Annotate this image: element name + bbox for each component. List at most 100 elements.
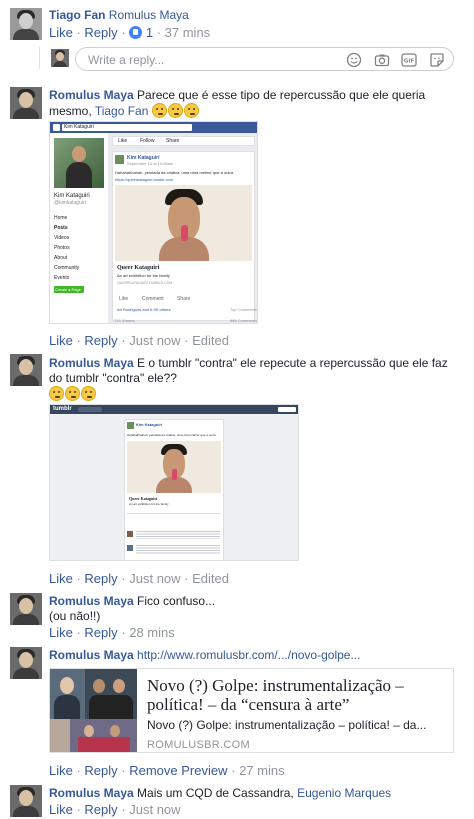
comment-author[interactable]: Romulus Maya	[49, 786, 134, 800]
avatar[interactable]	[10, 354, 42, 386]
comment-body-line2: do tumblr "contra" ele??	[49, 371, 177, 386]
comment-author[interactable]: Romulus Maya	[49, 88, 134, 102]
fb-nav-item: Community	[54, 265, 80, 271]
avatar[interactable]	[10, 8, 42, 40]
fb-like: Like	[119, 296, 129, 302]
comment-time[interactable]: Just now	[129, 333, 180, 348]
thinking-emoji-icon	[183, 103, 199, 118]
comment-time[interactable]: 37 mins	[165, 25, 211, 40]
comment-time[interactable]: 27 mins	[239, 763, 285, 778]
reply-button[interactable]: Reply	[84, 625, 117, 640]
comment-author[interactable]: Romulus Maya	[49, 648, 134, 662]
comment-text: E o tumblr "contra" ele repecute a reper…	[137, 356, 448, 370]
thinking-emoji-icon	[81, 386, 96, 401]
tumblr-action-row	[127, 513, 221, 514]
camera-icon[interactable]	[374, 52, 390, 68]
reply-button[interactable]: Reply	[84, 763, 117, 778]
fb-nav-item: Events	[54, 275, 70, 281]
comment-link[interactable]: http://www.romulusbr.com/.../novo-golpe.…	[137, 648, 360, 662]
like-count[interactable]: 1	[146, 25, 153, 40]
fb-card-title: Queer Kataguiri	[117, 265, 160, 271]
comment-actions: Like · Reply · Just now · Edited	[49, 333, 229, 348]
comment-body: Romulus Maya Fico confuso...	[49, 594, 215, 609]
comment-time[interactable]: Just now	[129, 802, 180, 817]
fb-post-avatar	[115, 155, 124, 164]
comment-author[interactable]: Romulus Maya	[49, 594, 134, 608]
comment-time[interactable]: 28 mins	[129, 625, 175, 640]
like-button[interactable]: Like	[49, 25, 73, 40]
like-button[interactable]: Like	[49, 802, 73, 817]
tumblr-post-avatar	[127, 422, 134, 429]
fb-tabs-bar	[112, 136, 255, 146]
fb-shares: 715 Shares	[114, 318, 135, 323]
comment-author[interactable]: Romulus Maya	[49, 356, 134, 370]
fb-comment: Comment	[142, 296, 164, 302]
fb-top-comments: Top Comments	[230, 307, 257, 312]
reply-button[interactable]: Reply	[84, 333, 117, 348]
comment-body: Romulus Maya Mais um CQD de Cassandra, E…	[49, 786, 391, 801]
reply-button[interactable]: Reply	[84, 25, 117, 40]
thinking-emoji-icon	[49, 386, 64, 401]
tumblr-logo: tumblr	[53, 406, 72, 412]
mention-link[interactable]: Tiago Fan	[95, 104, 149, 118]
fb-post-link: https://queerkataguiri.tumblr.com	[115, 177, 174, 182]
tumblr-comment-2-text	[136, 545, 220, 555]
avatar[interactable]	[10, 647, 42, 679]
attached-screenshot[interactable]: tumblr Kim Kataguiri Hahahahhahah, pelot…	[49, 404, 299, 561]
reply-button[interactable]: Reply	[84, 571, 117, 586]
remove-preview-button[interactable]: Remove Preview	[129, 763, 227, 778]
fb-nav-item: Photos	[54, 245, 70, 251]
tumblr-card-desc: An art exhibition for the family	[129, 502, 169, 506]
comment-text[interactable]: Romulus Maya	[109, 8, 189, 22]
fb-nav-item: Posts	[54, 225, 68, 231]
fb-profile-handle: @kimkataguiri	[54, 200, 86, 206]
preview-domain: ROMULUSBR.COM	[147, 739, 250, 751]
fb-card-desc: An art exhibition for the family	[117, 273, 170, 278]
fb-create-page-label: Create a Page	[55, 287, 81, 292]
preview-image	[50, 669, 137, 752]
comment-actions: Like · Reply · Remove Preview · 27 mins	[49, 763, 285, 778]
reply-avatar	[51, 49, 69, 67]
link-preview-card[interactable]: Novo (?) Golpe: instrumentalização – pol…	[49, 668, 454, 753]
avatar[interactable]	[10, 785, 42, 817]
tumblr-comment-1-text	[136, 531, 220, 539]
avatar[interactable]	[10, 87, 42, 119]
like-button[interactable]: Like	[49, 333, 73, 348]
like-button[interactable]: Like	[49, 625, 73, 640]
like-button[interactable]: Like	[49, 763, 73, 778]
reply-button[interactable]: Reply	[84, 802, 117, 817]
comment-time[interactable]: Just now	[129, 571, 180, 586]
sticker-icon[interactable]	[429, 52, 445, 68]
comment-body-line2: mesmo, Tiago Fan	[49, 103, 200, 119]
edited-label[interactable]: Edited	[192, 571, 229, 586]
comment-actions: Like · Reply · 1 · 37 mins	[49, 25, 211, 40]
comment-author[interactable]: Tiago Fan	[49, 8, 105, 22]
comment-text: (ou não!!)	[49, 609, 101, 623]
avatar[interactable]	[10, 593, 42, 625]
mention-link[interactable]: Eugenio Marques	[297, 786, 391, 800]
thinking-emoji-icon	[151, 103, 167, 118]
fb-share: Share	[177, 296, 191, 302]
reply-input[interactable]	[88, 52, 328, 67]
thinking-emoji-icon	[167, 103, 183, 118]
edited-label[interactable]: Edited	[192, 333, 229, 348]
comment-body: Romulus Maya Parece que é esse tipo de r…	[49, 88, 425, 103]
like-button[interactable]: Like	[49, 571, 73, 586]
comment-body: Tiago Fan Romulus Maya	[49, 8, 189, 23]
tumblr-comment-2	[127, 545, 133, 551]
reply-box[interactable]: GIF	[75, 47, 454, 71]
fb-profile-name: Kim Kataguiri	[54, 193, 90, 199]
tumblr-search	[78, 407, 102, 412]
emoji-icon[interactable]	[346, 52, 362, 68]
fb-profile-photo	[54, 138, 104, 188]
fb-reactions: Ari Rodrigues and 6.9K others	[117, 307, 171, 312]
attached-screenshot[interactable]: Kim Kataguiri Kim Kataguiri @kimkataguir…	[49, 121, 258, 324]
comment-body-line2: (ou não!!)	[49, 609, 100, 624]
tumblr-post-text: Hahahahhahah, pelotada da criativa, uma …	[127, 433, 216, 437]
like-count-icon	[129, 26, 143, 39]
fb-search-value: Kim Kataguiri	[64, 124, 94, 130]
gif-icon[interactable]: GIF	[401, 52, 417, 68]
fb-tab: Follow	[140, 138, 155, 144]
preview-title[interactable]: Novo (?) Golpe: instrumentalização – pol…	[147, 676, 447, 714]
tumblr-post-image	[127, 441, 221, 493]
